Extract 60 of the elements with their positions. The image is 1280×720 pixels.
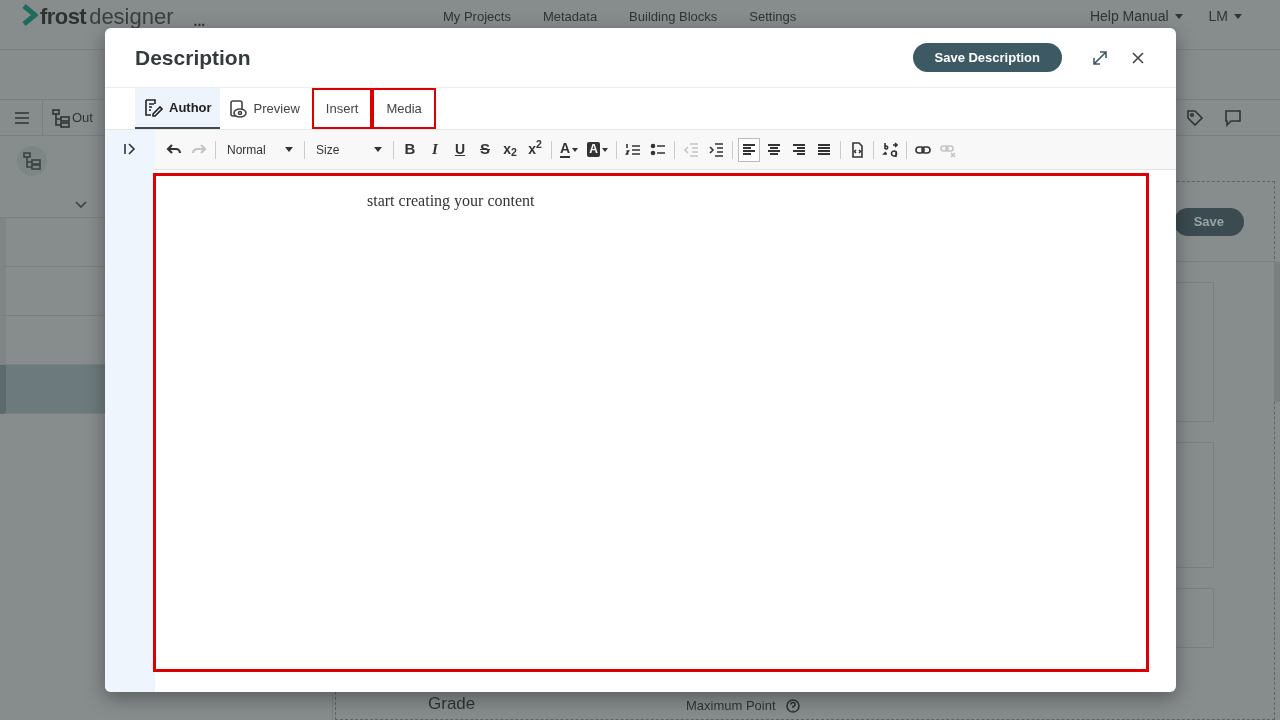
- bullet-list-icon: [649, 141, 666, 158]
- scrollbar[interactable]: [1274, 262, 1280, 402]
- comment-icon[interactable]: [1224, 108, 1242, 127]
- caret-icon: [1234, 14, 1242, 19]
- outline-tab[interactable]: Out: [72, 107, 93, 128]
- text-direction-icon: [881, 141, 898, 158]
- user-menu[interactable]: LM: [1208, 6, 1242, 27]
- field-label: Grade: [428, 694, 476, 714]
- caret-icon: [601, 147, 608, 152]
- outline-button[interactable]: [17, 146, 47, 176]
- editor-tab[interactable]: Insert: [311, 88, 373, 129]
- nav-link[interactable]: My Projects: [442, 7, 512, 27]
- sidebar-toggle-icon[interactable]: [123, 142, 137, 156]
- chevron-logo-icon: [22, 4, 38, 26]
- editor-tab[interactable]: Author: [135, 88, 220, 129]
- indent-icon: [707, 141, 724, 158]
- strike-button[interactable]: S: [474, 137, 496, 162]
- caret-icon: [374, 147, 382, 152]
- outdent-icon: [682, 141, 699, 158]
- editor-area[interactable]: start creating your content: [153, 173, 1149, 672]
- close-icon[interactable]: [1132, 51, 1144, 64]
- justify-icon: [815, 141, 832, 158]
- menu-icon[interactable]: [14, 110, 30, 125]
- tree-icon: [51, 107, 71, 128]
- nav-link[interactable]: Settings: [748, 7, 798, 27]
- underline-button[interactable]: U: [449, 137, 471, 162]
- align-right-icon: [790, 141, 807, 158]
- save-button[interactable]: Save: [1173, 207, 1244, 236]
- script-button[interactable]: x$_{2}$: [499, 137, 521, 162]
- tree-icon: [23, 152, 41, 170]
- align-left-icon: [740, 141, 757, 158]
- dialog-title: Description: [135, 44, 251, 71]
- editor-tab[interactable]: Preview: [219, 88, 308, 129]
- logo-text: frost: [40, 6, 87, 28]
- italic-button[interactable]: I: [424, 137, 446, 162]
- chevron-down-icon[interactable]: [75, 201, 87, 209]
- help-icon[interactable]: [785, 698, 800, 713]
- bg-color-button[interactable]: A: [584, 137, 611, 162]
- caret-icon: [1174, 14, 1183, 19]
- field-label: Maximum Point: [686, 697, 776, 715]
- nav-link[interactable]: Building Blocks: [628, 7, 719, 27]
- expand-icon[interactable]: [1092, 49, 1108, 66]
- align-center-icon: [765, 141, 782, 158]
- editor-tab[interactable]: Media: [372, 88, 436, 129]
- align-left-button[interactable]: [737, 137, 760, 162]
- preview-icon: [227, 98, 248, 119]
- caret-icon: [285, 147, 293, 152]
- help-manual-menu[interactable]: Help Manual: [1089, 6, 1183, 27]
- logo-text: designer: [89, 6, 174, 28]
- author-icon: [143, 97, 163, 118]
- caret-icon: [572, 147, 579, 152]
- ordered-list-icon: [624, 141, 641, 158]
- bold-button[interactable]: B: [399, 137, 421, 162]
- format-dropdown[interactable]: Normal: [221, 137, 299, 162]
- save-description-button[interactable]: Save Description: [912, 43, 1062, 72]
- nav-link[interactable]: Metadata: [541, 7, 599, 27]
- tag-icon[interactable]: [1186, 108, 1204, 127]
- format-dropdown[interactable]: Size: [310, 137, 388, 162]
- text-color-button[interactable]: A: [557, 137, 582, 162]
- script-button[interactable]: x$^{2}$: [524, 137, 546, 162]
